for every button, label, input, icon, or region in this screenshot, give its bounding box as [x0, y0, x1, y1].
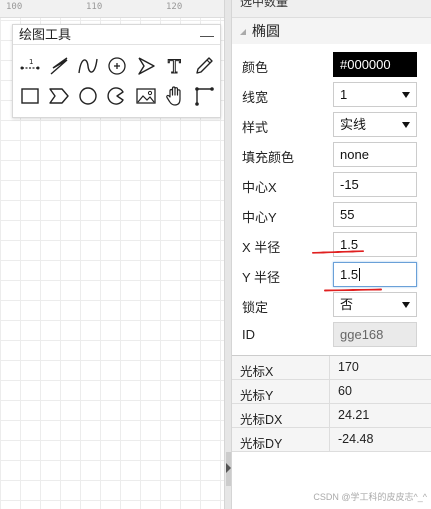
column-divider — [329, 428, 330, 452]
center-y-input[interactable]: 55 — [333, 202, 417, 227]
chevron-tool-icon[interactable] — [48, 85, 70, 107]
drawing-toolbox[interactable]: 绘图工具 — 1 T — [12, 24, 221, 118]
selection-count-label: 选中数量 — [240, 0, 289, 9]
watermark: CSDN @学工科的皮皮志^_^ — [313, 492, 427, 502]
property-row-fill-color: 填充颜色 none — [232, 142, 431, 168]
property-label: 中心Y — [242, 210, 277, 225]
radius-y-input[interactable]: 1.5 — [333, 262, 417, 287]
toolbox-title-bar[interactable]: 绘图工具 — — [13, 25, 220, 45]
property-label: 样式 — [242, 120, 269, 135]
fill-color-input[interactable]: none — [333, 142, 417, 167]
property-row-color: 颜色 #000000 — [232, 52, 431, 78]
table-row: 光标DY -24.48 — [232, 428, 431, 452]
svg-text:T: T — [168, 56, 181, 77]
collapse-triangle-icon[interactable] — [240, 29, 246, 35]
property-row-radius-y: Y 半径 1.5 — [232, 262, 431, 288]
ruler-tick-label: 100 — [6, 2, 23, 12]
hand-tool-icon[interactable] — [164, 85, 186, 107]
cursor-key: 光标Y — [240, 389, 274, 403]
pencil-tool-icon[interactable] — [193, 55, 215, 77]
table-row: 光标Y 60 — [232, 380, 431, 404]
rectangle-tool-icon[interactable] — [19, 85, 41, 107]
ellipse-section-header[interactable]: 椭圆 — [232, 18, 431, 44]
text-tool-icon[interactable]: T — [164, 55, 186, 78]
ruler-tick-label: 110 — [86, 2, 103, 12]
property-row-style: 样式 实线 — [232, 112, 431, 138]
properties-panel: 选中数量 椭圆 颜色 #000000 线宽 1 样式 实线 填充颜色 none … — [232, 0, 431, 509]
curve-tool-icon[interactable] — [77, 55, 99, 77]
measure-line-tool-icon[interactable]: 1 — [19, 55, 41, 77]
column-divider — [329, 404, 330, 428]
cursor-value: 24.21 — [338, 408, 370, 422]
property-label: 填充颜色 — [242, 150, 295, 165]
line-style-select[interactable]: 实线 — [333, 112, 417, 137]
ruler-tick-label: 120 — [166, 2, 183, 12]
property-label: 线宽 — [242, 90, 269, 105]
text-caret — [359, 268, 361, 281]
radius-x-input[interactable]: 1.5 — [333, 232, 417, 257]
table-row: 光标X 170 — [232, 356, 431, 380]
cursor-value: 170 — [338, 360, 359, 374]
image-tool-icon[interactable] — [135, 85, 157, 107]
cursor-value: -24.48 — [338, 432, 374, 446]
property-row-id: ID gge168 — [232, 322, 431, 348]
property-row-line-width: 线宽 1 — [232, 82, 431, 108]
cursor-info-table: 光标X 170 光标Y 60 光标DX 24.21 光标DY -24.48 — [232, 355, 431, 452]
property-label: 锁定 — [242, 300, 269, 315]
column-divider — [329, 356, 330, 380]
arc-tool-icon[interactable] — [106, 85, 128, 107]
cursor-key: 光标DY — [240, 437, 283, 451]
toolbox-title: 绘图工具 — [19, 27, 72, 42]
property-row-center-y: 中心Y 55 — [232, 202, 431, 228]
property-label: ID — [242, 327, 255, 342]
table-row: 光标DX 24.21 — [232, 404, 431, 428]
property-row-center-x: 中心X -15 — [232, 172, 431, 198]
property-label: Y 半径 — [242, 270, 281, 285]
property-label: X 半径 — [242, 240, 281, 255]
line-width-select[interactable]: 1 — [333, 82, 417, 107]
property-label: 颜色 — [242, 60, 269, 75]
circle-plus-tool-icon[interactable] — [106, 55, 128, 77]
selection-count-header: 选中数量 — [232, 0, 431, 18]
section-title: 椭圆 — [252, 23, 280, 39]
property-row-radius-x: X 半径 1.5 — [232, 232, 431, 258]
column-divider — [329, 380, 330, 404]
panel-splitter[interactable] — [224, 0, 232, 509]
property-label: 中心X — [242, 180, 277, 195]
radius-y-value: 1.5 — [340, 267, 359, 282]
cursor-key: 光标DX — [240, 413, 283, 427]
cursor-value: 60 — [338, 384, 352, 398]
id-field: gge168 — [333, 322, 417, 347]
center-x-input[interactable]: -15 — [333, 172, 417, 197]
arrow-tool-icon[interactable] — [135, 55, 157, 77]
polyline-tool-icon[interactable] — [48, 55, 70, 77]
minimize-button[interactable]: — — [200, 25, 214, 45]
cursor-key: 光标X — [240, 365, 274, 379]
lock-select[interactable]: 否 — [333, 292, 417, 317]
ellipse-tool-icon[interactable] — [77, 85, 99, 107]
horizontal-ruler: 100 110 120 — [0, 0, 224, 18]
svg-text:1: 1 — [29, 58, 33, 66]
connector-tool-icon[interactable] — [193, 85, 215, 107]
color-input[interactable]: #000000 — [333, 52, 417, 77]
property-row-lock: 锁定 否 — [232, 292, 431, 318]
collapse-arrow-icon[interactable] — [226, 463, 231, 473]
